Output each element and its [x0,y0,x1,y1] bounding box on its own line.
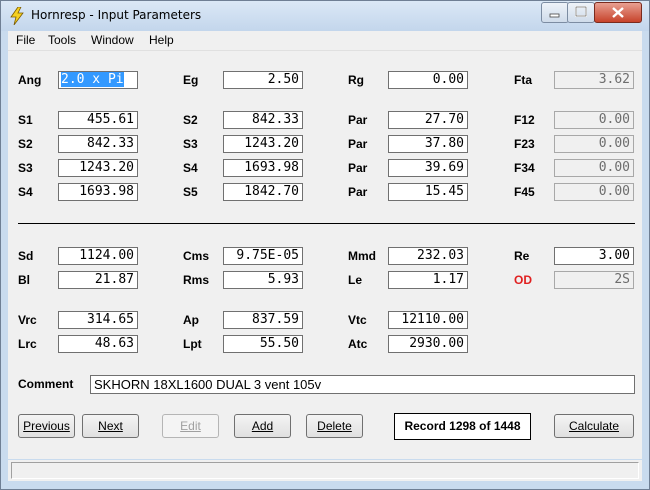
label-s2: S2 [183,113,198,127]
status-panel [11,462,639,479]
delete-button[interactable]: Delete [306,414,363,438]
label-eg: Eg [183,73,199,87]
label-s5: S5 [183,185,198,199]
lightning-app-icon [10,7,24,25]
minimize-button[interactable] [541,2,569,23]
field-ang[interactable]: 2.0 x Pi [58,71,138,89]
field-par3[interactable]: 39.69 [388,159,468,177]
ang-selected-text: 2.0 x Pi [61,72,124,87]
menu-window[interactable]: Window [91,33,134,47]
calculate-button[interactable]: Calculate [554,414,634,438]
label-par1: Par [348,113,368,127]
field-par2[interactable]: 37.80 [388,135,468,153]
label-f12: F12 [514,113,535,127]
label-s4-row: S4 [18,185,33,199]
record-counter: Record 1298 of 1448 [394,413,531,440]
label-f45: F45 [514,185,535,199]
label-lpt: Lpt [183,337,202,351]
label-od[interactable]: OD [514,273,532,287]
field-vrc[interactable]: 314.65 [58,311,138,329]
next-button[interactable]: Next [82,414,139,438]
label-sd: Sd [18,249,34,263]
label-s2-row: S2 [18,137,33,151]
label-comment: Comment [18,377,74,391]
field-bl[interactable]: 21.87 [58,271,138,289]
add-button[interactable]: Add [234,414,291,438]
comment-field[interactable]: SKHORN 18XL1600 DUAL 3 vent 105v [90,375,635,394]
field-f12: 0.00 [554,111,634,129]
previous-button[interactable]: Previous [18,414,75,438]
label-ap: Ap [183,313,199,327]
window-title: Hornresp - Input Parameters [31,8,202,22]
minimize-icon [549,13,560,18]
title-bar[interactable]: Hornresp - Input Parameters [1,1,649,31]
label-vrc: Vrc [18,313,37,327]
label-rms: Rms [183,273,210,287]
label-vtc: Vtc [348,313,367,327]
close-button[interactable] [594,2,642,23]
field-s3[interactable]: 1243.20 [223,135,303,153]
menu-bar: File Tools Window Help [8,31,642,51]
field-re[interactable]: 3.00 [554,247,634,265]
maximize-button[interactable] [567,2,595,23]
label-lrc: Lrc [18,337,37,351]
menu-tools[interactable]: Tools [48,33,76,47]
field-f45: 0.00 [554,183,634,201]
status-bar [8,460,642,481]
input-parameters-panel: Ang 2.0 x Pi Eg 2.50 Rg 0.00 Fta 3.62 S1… [8,51,642,459]
close-icon [612,7,624,18]
menu-file[interactable]: File [16,33,35,47]
field-lrc[interactable]: 48.63 [58,335,138,353]
label-atc: Atc [348,337,368,351]
field-sd[interactable]: 1124.00 [58,247,138,265]
label-re: Re [514,249,530,263]
field-s2[interactable]: 842.33 [223,111,303,129]
field-le[interactable]: 1.17 [388,271,468,289]
label-s1: S1 [18,113,33,127]
label-fta: Fta [514,73,532,87]
label-rg: Rg [348,73,364,87]
label-cms: Cms [183,249,210,263]
label-mmd: Mmd [348,249,376,263]
label-le: Le [348,273,363,287]
field-ap[interactable]: 837.59 [223,311,303,329]
label-par3: Par [348,161,368,175]
field-s1[interactable]: 455.61 [58,111,138,129]
field-f34: 0.00 [554,159,634,177]
field-s4[interactable]: 1693.98 [223,159,303,177]
edit-button[interactable]: Edit [162,414,219,438]
field-rg[interactable]: 0.00 [388,71,468,89]
label-f23: F23 [514,137,535,151]
field-rms[interactable]: 5.93 [223,271,303,289]
maximize-icon [575,6,587,17]
section-divider [18,223,635,224]
menu-help[interactable]: Help [149,33,174,47]
field-par1[interactable]: 27.70 [388,111,468,129]
field-s4-row[interactable]: 1693.98 [58,183,138,201]
field-s2-row[interactable]: 842.33 [58,135,138,153]
field-f23: 0.00 [554,135,634,153]
field-par4[interactable]: 15.45 [388,183,468,201]
label-f34: F34 [514,161,535,175]
label-s4: S4 [183,161,198,175]
label-par4: Par [348,185,368,199]
label-bl: Bl [18,273,30,287]
label-s3-row: S3 [18,161,33,175]
label-ang: Ang [18,73,42,87]
field-mmd[interactable]: 232.03 [388,247,468,265]
field-cms[interactable]: 9.75E-05 [223,247,303,265]
label-par2: Par [348,137,368,151]
field-lpt[interactable]: 55.50 [223,335,303,353]
field-vtc[interactable]: 12110.00 [388,311,468,329]
field-atc[interactable]: 2930.00 [388,335,468,353]
hornresp-window: Hornresp - Input Parameters File Tools W… [0,0,650,490]
field-s5[interactable]: 1842.70 [223,183,303,201]
field-od: 2S [554,271,634,289]
field-fta: 3.62 [554,71,634,89]
field-eg[interactable]: 2.50 [223,71,303,89]
label-s3: S3 [183,137,198,151]
field-s3-row[interactable]: 1243.20 [58,159,138,177]
